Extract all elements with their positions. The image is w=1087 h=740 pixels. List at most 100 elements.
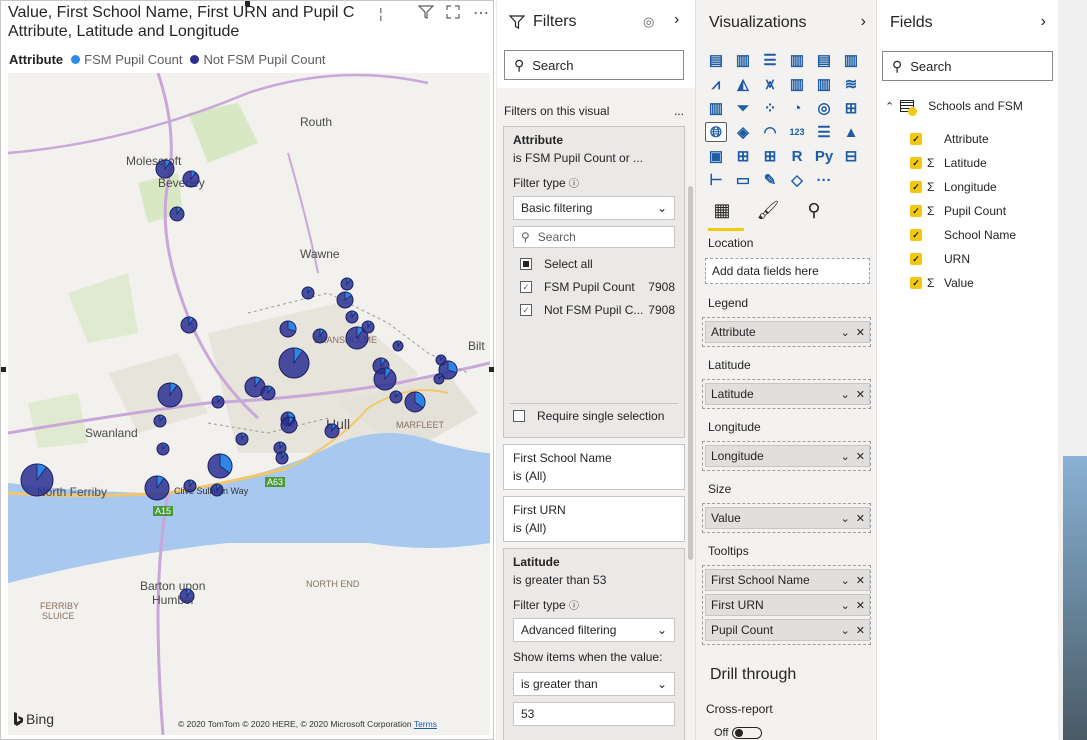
pie-marker[interactable] xyxy=(280,416,298,434)
filter-card-latitude[interactable]: Latitude is greater than 53 Filter type … xyxy=(503,548,685,740)
location-drop-zone[interactable]: Add data fields here xyxy=(705,258,870,284)
pie-chart-icon[interactable]: ◔ xyxy=(786,98,808,118)
format-paint-roller-icon[interactable]: 🖌︎ xyxy=(754,196,782,224)
slicer-icon[interactable]: ▣ xyxy=(705,146,727,166)
card-icon[interactable]: 123 xyxy=(786,122,808,142)
pie-markers-layer[interactable] xyxy=(8,73,490,735)
filter-search-input[interactable]: ⚲ Search xyxy=(513,226,675,248)
cross-report-toggle[interactable]: Off xyxy=(714,727,763,739)
map-icon[interactable]: 🌐︎ xyxy=(705,122,727,142)
chevron-down-icon[interactable]: ⌄ xyxy=(841,574,850,587)
donut-chart-icon[interactable]: ◎ xyxy=(813,98,835,118)
checkbox-checked-icon[interactable]: ✓ xyxy=(910,205,922,217)
checkbox-checked-icon[interactable]: ✓ xyxy=(910,253,922,265)
line-column-icon[interactable]: ▥ xyxy=(786,74,808,94)
filter-icon[interactable] xyxy=(417,5,435,22)
chevron-down-icon[interactable]: ⌄ xyxy=(841,599,850,612)
pie-marker[interactable] xyxy=(144,475,170,501)
pie-marker[interactable] xyxy=(301,286,315,300)
field-latitude[interactable]: ✓ Σ Latitude xyxy=(910,156,987,170)
pie-marker[interactable] xyxy=(183,479,197,493)
decomposition-tree-icon[interactable]: ⊢ xyxy=(705,170,727,190)
more-options-icon[interactable]: ⋯ xyxy=(473,3,489,23)
chevron-right-icon[interactable]: › xyxy=(861,13,866,31)
resize-handle-top[interactable] xyxy=(245,1,250,6)
pie-marker[interactable] xyxy=(392,340,404,352)
legend-item-not-fsm[interactable]: Not FSM Pupil Count xyxy=(190,52,326,67)
pie-marker[interactable] xyxy=(156,442,170,456)
arcgis-icon[interactable]: ◇ xyxy=(786,170,808,190)
key-influencers-icon[interactable]: ⊟ xyxy=(840,146,862,166)
remove-icon[interactable]: ✕ xyxy=(856,624,865,637)
filter-card-attribute[interactable]: Attribute is FSM Pupil Count or ... Filt… xyxy=(503,126,685,438)
chevron-down-icon[interactable]: ⌄ xyxy=(841,450,850,463)
python-visual-icon[interactable]: Py xyxy=(813,146,835,166)
pie-marker[interactable] xyxy=(373,367,397,391)
legend-item-fsm[interactable]: FSM Pupil Count xyxy=(71,52,182,67)
remove-icon[interactable]: ✕ xyxy=(856,450,865,463)
remove-icon[interactable]: ✕ xyxy=(856,512,865,525)
funnel-icon[interactable]: ⏷ xyxy=(732,98,754,118)
map-visual[interactable]: Value, First School Name, First URN and … xyxy=(0,0,494,740)
pie-marker[interactable] xyxy=(340,277,354,291)
line-stacked-column-icon[interactable]: ▥ xyxy=(813,74,835,94)
r-visual-icon[interactable]: R xyxy=(786,146,808,166)
fields-search-input[interactable]: ⚲ Search xyxy=(882,51,1053,81)
analytics-magnifier-icon[interactable]: ⚲ xyxy=(800,196,828,224)
well-field-value[interactable]: Value ⌄ ✕ xyxy=(705,507,870,529)
chevron-down-icon[interactable]: ⌄ xyxy=(841,624,850,637)
remove-icon[interactable]: ✕ xyxy=(856,599,865,612)
chevron-down-icon[interactable]: ⌄ xyxy=(841,326,850,339)
pie-marker[interactable] xyxy=(389,390,403,404)
checkbox-checked-icon[interactable]: ✓ xyxy=(910,157,922,169)
pie-marker[interactable] xyxy=(210,483,224,497)
pie-marker[interactable] xyxy=(207,453,233,479)
ribbon-chart-icon[interactable]: ≋ xyxy=(840,74,862,94)
filter-card-urn[interactable]: First URN is (All) xyxy=(503,496,685,542)
filter-type-dropdown[interactable]: Advanced filtering ⌄ xyxy=(513,618,675,642)
stacked-bar-icon[interactable]: ▤ xyxy=(705,50,727,70)
well-field-pupil-count[interactable]: Pupil Count ⌄ ✕ xyxy=(705,619,870,641)
focus-icon[interactable]: ¦ xyxy=(379,5,383,21)
fields-tab-icon[interactable]: ▦ xyxy=(708,196,736,224)
100-column-icon[interactable]: ▥ xyxy=(840,50,862,70)
well-field-attribute[interactable]: Attribute ⌄ ✕ xyxy=(705,321,870,343)
toggle-switch-icon[interactable] xyxy=(732,727,763,739)
pie-marker[interactable] xyxy=(179,588,195,604)
pie-marker[interactable] xyxy=(180,316,198,334)
pie-marker[interactable] xyxy=(169,206,185,222)
more-options-icon[interactable]: ... xyxy=(674,104,684,118)
filters-scrollbar[interactable] xyxy=(688,186,693,560)
pie-marker[interactable] xyxy=(324,423,340,439)
pie-marker[interactable] xyxy=(336,291,354,309)
remove-icon[interactable]: ✕ xyxy=(856,388,865,401)
pie-marker[interactable] xyxy=(182,170,200,188)
treemap-icon[interactable]: ⊞ xyxy=(840,98,862,118)
pie-marker[interactable] xyxy=(312,328,328,344)
map-canvas[interactable]: Routh Molescroft Beverley Wawne BRANSHOL… xyxy=(8,73,490,735)
checkbox-checked-icon[interactable]: ✓ xyxy=(910,133,922,145)
filled-map-icon[interactable]: ◈ xyxy=(732,122,754,142)
well-field-longitude[interactable]: Longitude ⌄ ✕ xyxy=(705,445,870,467)
clustered-bar-icon[interactable]: ☰ xyxy=(759,50,781,70)
more-visuals-icon[interactable]: ··· xyxy=(813,170,835,190)
pie-marker[interactable] xyxy=(20,463,54,497)
line-chart-icon[interactable]: ⩘ xyxy=(705,74,727,94)
well-field-first-school-name[interactable]: First School Name ⌄ ✕ xyxy=(705,569,870,591)
chevron-down-icon[interactable]: ⌄ xyxy=(841,512,850,525)
checkbox-checked-icon[interactable]: ✓ xyxy=(520,281,532,293)
stacked-column-icon[interactable]: ▥ xyxy=(732,50,754,70)
filter-type-dropdown[interactable]: Basic filtering ⌄ xyxy=(513,196,675,220)
remove-icon[interactable]: ✕ xyxy=(856,574,865,587)
pie-marker[interactable] xyxy=(275,451,289,465)
pie-marker[interactable] xyxy=(155,159,175,179)
clustered-column-icon[interactable]: ▥ xyxy=(786,50,808,70)
pie-marker[interactable] xyxy=(361,320,375,334)
matrix-icon[interactable]: ⊞ xyxy=(759,146,781,166)
checkbox-icon[interactable] xyxy=(513,410,525,422)
remove-icon[interactable]: ✕ xyxy=(856,326,865,339)
field-urn[interactable]: ✓ URN xyxy=(910,252,970,266)
pie-marker[interactable] xyxy=(404,391,426,413)
chevron-right-icon[interactable]: › xyxy=(1041,13,1046,31)
pie-marker[interactable] xyxy=(345,310,359,324)
